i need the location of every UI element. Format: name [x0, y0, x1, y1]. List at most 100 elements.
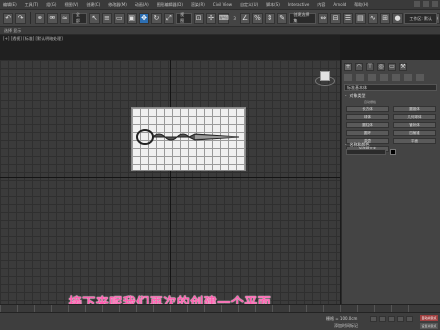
- set-key-button[interactable]: 设置关键点: [420, 323, 438, 329]
- object-type-rollout-title[interactable]: 对象类型: [345, 93, 365, 99]
- link-icon[interactable]: ⚭: [34, 12, 46, 24]
- viewcube-cube[interactable]: [320, 71, 330, 81]
- command-panel-tabs: + ◠ ⊤ ◎ ▭ ⚒: [344, 63, 407, 71]
- hierarchy-tab-icon[interactable]: ⊤: [366, 63, 374, 71]
- snaps-toggle[interactable]: 3: [231, 16, 238, 21]
- edit-named-selection-icon[interactable]: ✎: [277, 12, 288, 24]
- select-move-icon[interactable]: ✥: [138, 12, 150, 24]
- percent-snap-icon[interactable]: %: [252, 12, 263, 24]
- auto-key-button[interactable]: 自动关键点: [420, 315, 438, 321]
- menu-scripting[interactable]: 脚本(S): [266, 2, 280, 8]
- go-to-end-icon[interactable]: [406, 316, 413, 322]
- lights-icon[interactable]: [368, 74, 376, 81]
- curve-editor-icon[interactable]: ∿: [367, 12, 379, 24]
- geometry-icon[interactable]: [344, 74, 352, 81]
- create-category-icons: [344, 74, 424, 81]
- viewcube[interactable]: [314, 68, 336, 88]
- menu-graph-editors[interactable]: 图形编辑器(D): [157, 2, 183, 8]
- menu-bar: 编辑(E) 工具(T) 组(G) 视图(V) 创建(C) 修改器(M) 动画(A…: [0, 0, 440, 9]
- select-by-name-icon[interactable]: ≡: [101, 12, 113, 24]
- ribbon-bar: 选择 显示: [0, 27, 440, 35]
- menu-arnold[interactable]: Arnold: [333, 2, 346, 7]
- window-crossing-icon[interactable]: ▣: [126, 12, 137, 24]
- modify-tab-icon[interactable]: ◠: [355, 63, 363, 71]
- grid-size-readout: 栅格 = 100.0cm: [326, 316, 358, 321]
- minimize-icon[interactable]: [414, 1, 420, 7]
- menu-customize[interactable]: 自定义(U): [240, 2, 258, 8]
- select-object-icon[interactable]: ↖: [89, 12, 100, 24]
- create-tab-icon[interactable]: +: [344, 63, 352, 71]
- go-to-start-icon[interactable]: [370, 316, 377, 322]
- redo-icon[interactable]: ↷: [15, 12, 26, 24]
- menu-help[interactable]: 帮助(H): [354, 2, 368, 8]
- viewport-label[interactable]: [+] [透视] [标准] [默认明暗处理]: [3, 36, 63, 42]
- keyboard-shortcut-icon[interactable]: ⌨: [218, 12, 230, 24]
- close-icon[interactable]: [432, 1, 438, 7]
- primitive-category-dropdown[interactable]: 标准基本体: [344, 84, 437, 91]
- material-editor-icon[interactable]: ●: [392, 12, 403, 24]
- plane-button[interactable]: 平面: [393, 138, 436, 144]
- toolbar-divider: [29, 12, 31, 24]
- object-color-swatch[interactable]: [390, 149, 396, 155]
- menu-tools[interactable]: 工具(T): [25, 2, 39, 8]
- next-frame-icon[interactable]: [397, 316, 404, 322]
- schematic-view-icon[interactable]: ⊞: [380, 12, 391, 24]
- menu-content[interactable]: 内容: [317, 2, 325, 8]
- pyramid-button[interactable]: 四棱锥: [393, 130, 436, 136]
- helpers-icon[interactable]: [392, 74, 400, 81]
- previous-frame-icon[interactable]: [379, 316, 386, 322]
- systems-icon[interactable]: [416, 74, 424, 81]
- angle-snap-icon[interactable]: ∠: [239, 12, 251, 24]
- play-icon[interactable]: [388, 316, 395, 322]
- selection-filter-dropdown[interactable]: 全部: [71, 12, 88, 24]
- select-scale-icon[interactable]: ⤢: [163, 12, 175, 24]
- tube-button[interactable]: 管状体: [393, 122, 436, 128]
- pivot-center-icon[interactable]: ⊡: [193, 12, 204, 24]
- display-tab-icon[interactable]: ▭: [388, 63, 396, 71]
- layer-explorer-icon[interactable]: ▤: [355, 12, 366, 24]
- select-rotate-icon[interactable]: ↻: [151, 12, 162, 24]
- spinner-snap-icon[interactable]: ⇕: [264, 12, 276, 24]
- unlink-icon[interactable]: ⚮: [47, 12, 58, 24]
- scene-explorer-icon[interactable]: ☰: [342, 12, 354, 24]
- main-toolbar: ↶ ↷ ⚭ ⚮ ≈ 全部 ↖ ≡ ▭ ▣ ✥ ↻ ⤢ 视图 ⊡ ✢ ⌨ 3 ∠ …: [0, 9, 440, 27]
- torus-button[interactable]: 圆环: [346, 130, 389, 136]
- align-icon[interactable]: ⊟: [330, 12, 341, 24]
- timeline[interactable]: [0, 304, 440, 313]
- status-bar: 栅格 = 100.0cm 添加时间标记 自动关键点 设置关键点: [0, 312, 440, 330]
- workspace-dropdown[interactable]: 工作区: 默认: [404, 13, 437, 24]
- autogrid-checkbox[interactable]: 自动栅格: [346, 100, 436, 104]
- menu-interactive[interactable]: Interactive: [288, 2, 310, 7]
- cylinder-button[interactable]: 圆柱体: [346, 122, 389, 128]
- name-color-rollout-title[interactable]: 名称和颜色: [345, 142, 369, 148]
- menu-rendering[interactable]: 渲染(R): [191, 2, 205, 8]
- geosphere-button[interactable]: 几何球体: [393, 114, 436, 120]
- bind-spacewarp-icon[interactable]: ≈: [59, 12, 70, 24]
- menu-edit[interactable]: 编辑(E): [3, 2, 17, 8]
- sphere-button[interactable]: 球体: [346, 114, 389, 120]
- reference-coordinate-dropdown[interactable]: 视图: [176, 12, 192, 24]
- cone-button[interactable]: 圆锥体: [393, 106, 436, 112]
- menu-animation[interactable]: 动画(A): [135, 2, 149, 8]
- mirror-icon[interactable]: ⇔: [318, 12, 329, 24]
- menu-civil-view[interactable]: Civil View: [213, 2, 232, 7]
- cameras-icon[interactable]: [380, 74, 388, 81]
- select-manipulate-icon[interactable]: ✢: [205, 12, 217, 24]
- utilities-tab-icon[interactable]: ⚒: [399, 63, 407, 71]
- knife-reference-image: [136, 129, 240, 145]
- shapes-icon[interactable]: [356, 74, 364, 81]
- named-selection-dropdown[interactable]: 创建选择集: [289, 12, 317, 24]
- maximize-icon[interactable]: [423, 1, 429, 7]
- rect-select-icon[interactable]: ▭: [114, 12, 125, 24]
- add-time-tag[interactable]: 添加时间标记: [334, 323, 358, 329]
- menu-modifiers[interactable]: 修改器(M): [108, 2, 127, 8]
- motion-tab-icon[interactable]: ◎: [377, 63, 385, 71]
- spacewarps-icon[interactable]: [404, 74, 412, 81]
- menu-group[interactable]: 组(G): [46, 2, 56, 8]
- object-name-field[interactable]: [346, 149, 386, 155]
- menu-create[interactable]: 创建(C): [86, 2, 100, 8]
- box-button[interactable]: 长方体: [346, 106, 389, 112]
- ribbon-label[interactable]: 选择 显示: [4, 28, 21, 34]
- menu-views[interactable]: 视图(V): [64, 2, 78, 8]
- undo-icon[interactable]: ↶: [3, 12, 14, 24]
